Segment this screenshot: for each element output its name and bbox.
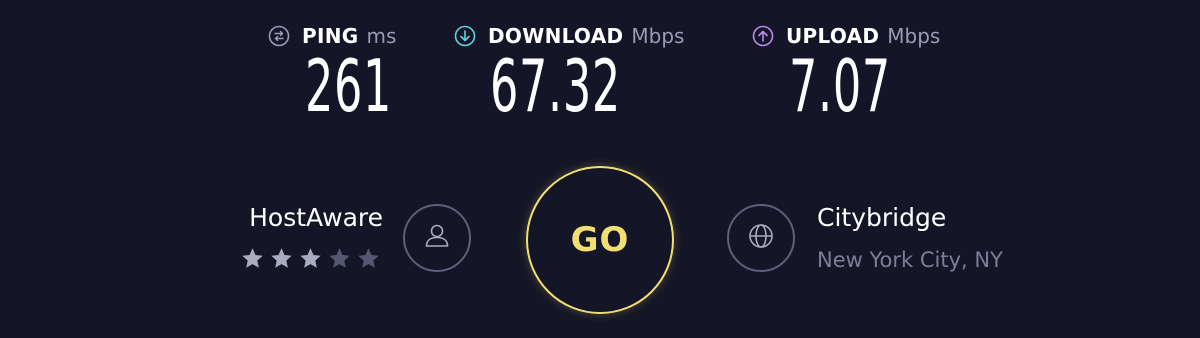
- download-arrow-icon: [454, 25, 476, 47]
- change-server-button[interactable]: [727, 204, 795, 272]
- star-filled-icon[interactable]: [240, 246, 265, 271]
- provider-rating[interactable]: [240, 246, 381, 271]
- ping-icon: [268, 25, 290, 47]
- provider-name: HostAware: [249, 203, 383, 232]
- ping-value: 261: [305, 44, 393, 128]
- go-label: GO: [570, 220, 630, 260]
- server-location: New York City, NY: [817, 248, 1003, 272]
- server-name: Citybridge: [817, 203, 947, 232]
- change-provider-button[interactable]: [403, 204, 471, 272]
- star-filled-icon[interactable]: [269, 246, 294, 271]
- user-icon: [421, 220, 453, 256]
- go-button[interactable]: GO: [526, 166, 674, 314]
- download-value: 67.32: [490, 44, 621, 128]
- upload-unit: Mbps: [887, 24, 941, 48]
- star-empty-icon[interactable]: [356, 246, 381, 271]
- upload-value: 7.07: [789, 44, 891, 128]
- upload-arrow-icon: [752, 25, 774, 47]
- download-unit: Mbps: [631, 24, 685, 48]
- star-filled-icon[interactable]: [298, 246, 323, 271]
- star-empty-icon[interactable]: [327, 246, 352, 271]
- globe-icon: [745, 220, 777, 256]
